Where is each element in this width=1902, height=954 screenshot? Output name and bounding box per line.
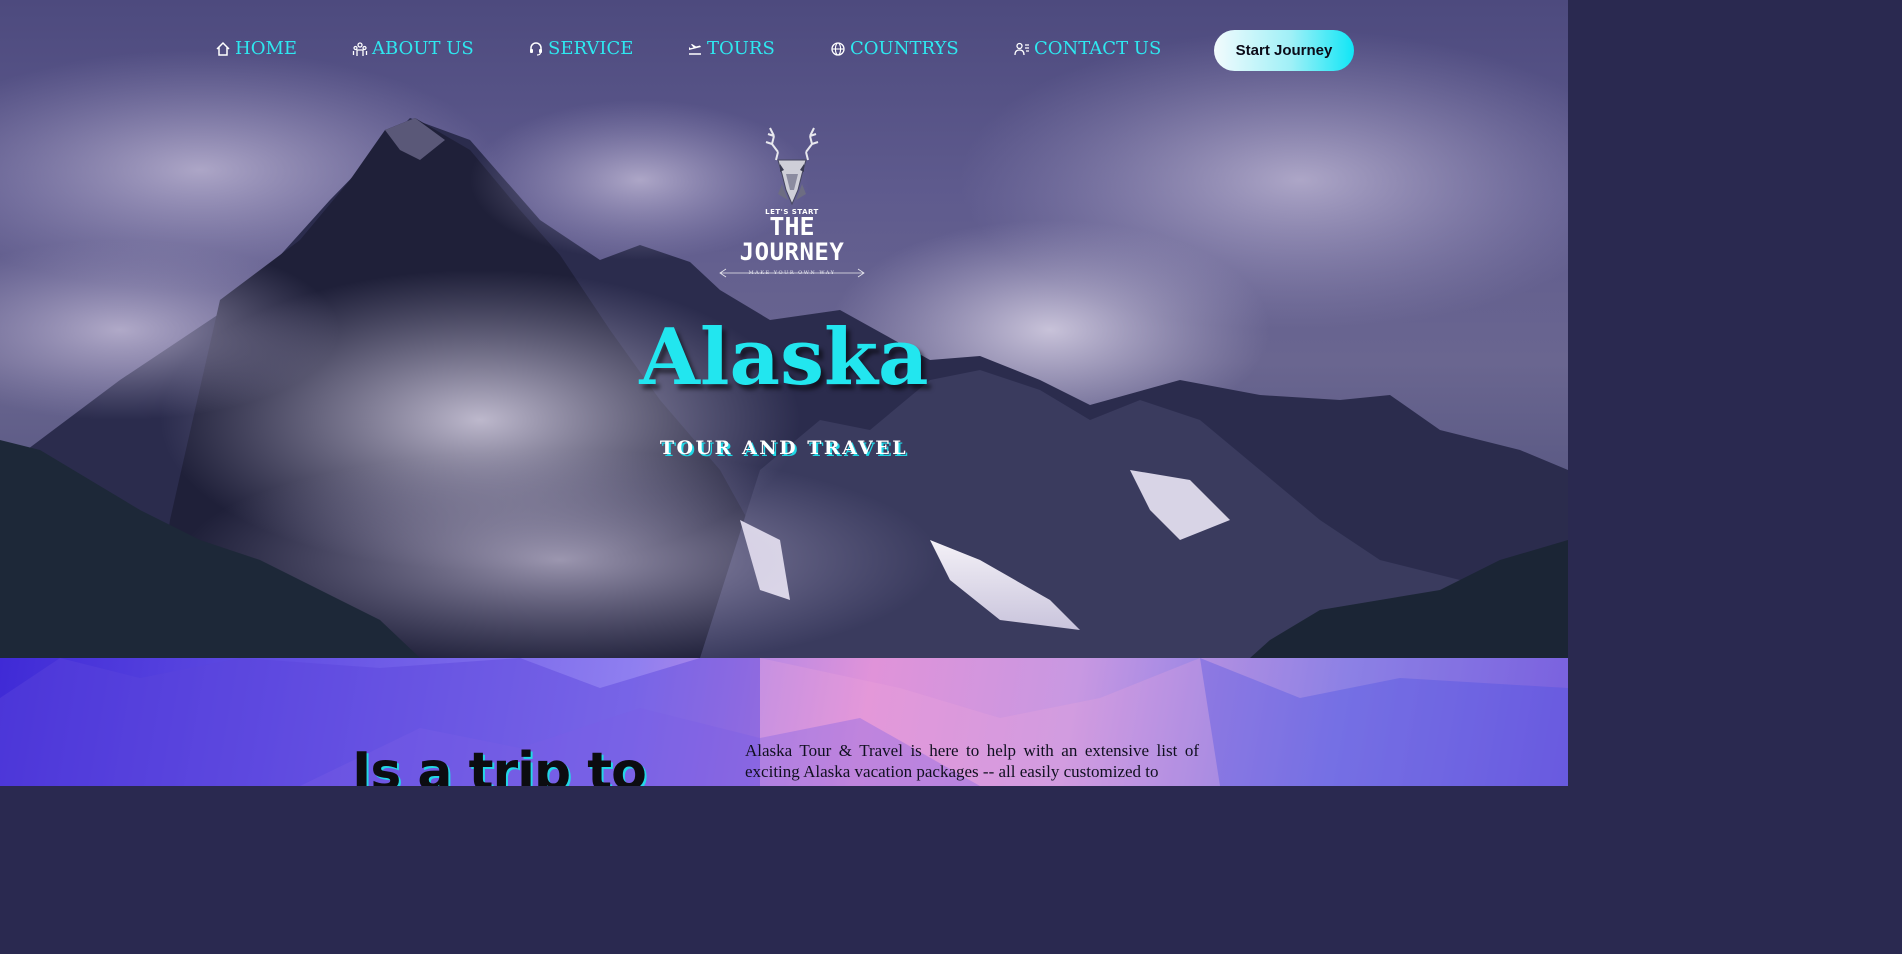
nav-label-service: SERVICE xyxy=(548,38,634,59)
people-icon xyxy=(352,41,368,57)
intro-heading: Is a trip to xyxy=(352,742,647,786)
nav-label-contact: CONTACT US xyxy=(1034,38,1162,59)
nav-item-countrys[interactable]: COUNTRYS xyxy=(830,38,959,59)
nav-item-home[interactable]: HOME xyxy=(215,38,297,59)
hero-title: Alaska xyxy=(639,312,929,403)
start-journey-button[interactable]: Start Journey xyxy=(1214,30,1354,71)
nav-item-about[interactable]: ABOUT US xyxy=(352,38,474,59)
home-icon xyxy=(215,41,231,57)
contact-user-icon xyxy=(1014,41,1030,57)
journey-logo: LET'S START THE JOURNEY MAKE YOUR OWN WA… xyxy=(712,124,872,284)
nav-item-service[interactable]: SERVICE xyxy=(528,38,633,59)
nav-label-home: HOME xyxy=(235,38,298,59)
nav-item-contact[interactable]: CONTACT US xyxy=(1014,38,1161,59)
headset-icon xyxy=(528,41,544,57)
hero-section: HOME ABOUT US SERVICE TOURS COUNTRYS CON… xyxy=(0,0,1568,658)
nav-label-about: ABOUT US xyxy=(372,38,474,59)
nav-label-countrys: COUNTRYS xyxy=(850,38,959,59)
intro-text: Alaska Tour & Travel is here to help wit… xyxy=(745,741,1199,781)
plane-departure-icon xyxy=(687,41,703,57)
globe-icon xyxy=(830,41,846,57)
nav-item-tours[interactable]: TOURS xyxy=(687,38,775,59)
hero-subtitle: TOUR AND TRAVEL xyxy=(659,437,909,459)
logo-subline: MAKE YOUR OWN WAY xyxy=(748,270,836,276)
intro-section: Is a trip to Alaska Tour & Travel is her… xyxy=(0,658,1568,786)
main-nav: HOME ABOUT US SERVICE TOURS COUNTRYS CON… xyxy=(0,30,1568,71)
nav-label-tours: TOURS xyxy=(707,38,775,59)
logo-line-2: JOURNEY xyxy=(739,238,845,266)
logo-line-1: THE xyxy=(769,212,815,241)
deer-head-icon xyxy=(765,127,819,206)
